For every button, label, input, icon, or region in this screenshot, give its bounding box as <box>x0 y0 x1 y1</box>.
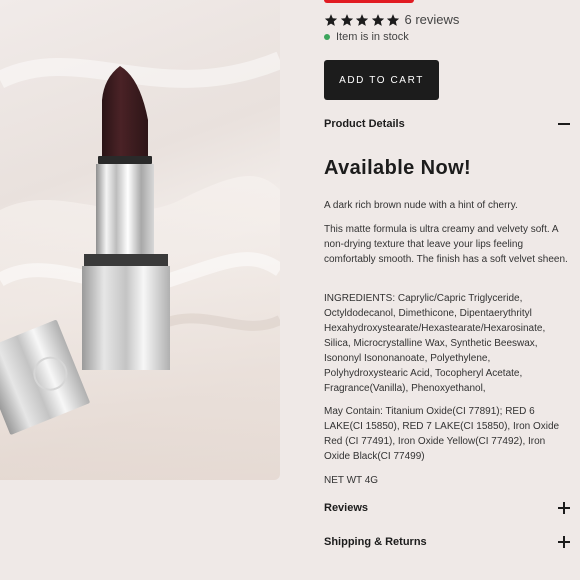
product-image <box>0 0 280 480</box>
minus-icon <box>558 118 570 130</box>
reviews-toggle[interactable]: Reviews <box>324 498 570 518</box>
description-ingredients: INGREDIENTS: Caprylic/Capric Triglycerid… <box>324 293 546 394</box>
add-to-cart-button[interactable]: ADD TO CART <box>324 60 439 100</box>
star-icon <box>324 13 338 26</box>
plus-icon <box>558 502 570 514</box>
reviews-count-link[interactable]: 6 reviews <box>405 12 460 27</box>
shipping-returns-label: Shipping & Returns <box>324 536 427 548</box>
product-details-label: Product Details <box>324 118 405 130</box>
star-icon <box>355 13 369 26</box>
star-icon <box>371 13 384 26</box>
description-may-contain: May Contain: Titanium Oxide(CI 77891); R… <box>324 406 560 462</box>
product-details-toggle[interactable]: Product Details <box>324 114 570 134</box>
description-shade: A dark rich brown nude with a hint of ch… <box>324 200 518 211</box>
net-weight: NET WT 4G <box>324 475 379 486</box>
description-formula: This matte formula is ultra creamy and v… <box>324 224 568 265</box>
shipping-returns-toggle[interactable]: Shipping & Returns <box>324 532 570 552</box>
reviews-label: Reviews <box>324 502 369 514</box>
lipstick-photo <box>0 51 280 480</box>
stock-label: Item is in stock <box>336 31 409 43</box>
in-stock-dot-icon <box>324 34 330 40</box>
star-icon <box>340 13 353 26</box>
available-now-heading: Available Now! <box>324 157 472 179</box>
plus-icon <box>558 536 570 548</box>
product-rating[interactable]: 6 reviews <box>324 12 459 27</box>
product-page: 6 reviews Item is in stock ADD TO CART P… <box>0 0 580 580</box>
star-icon <box>386 13 400 26</box>
stock-status: Item is in stock <box>324 31 409 43</box>
sale-badge <box>324 0 414 3</box>
